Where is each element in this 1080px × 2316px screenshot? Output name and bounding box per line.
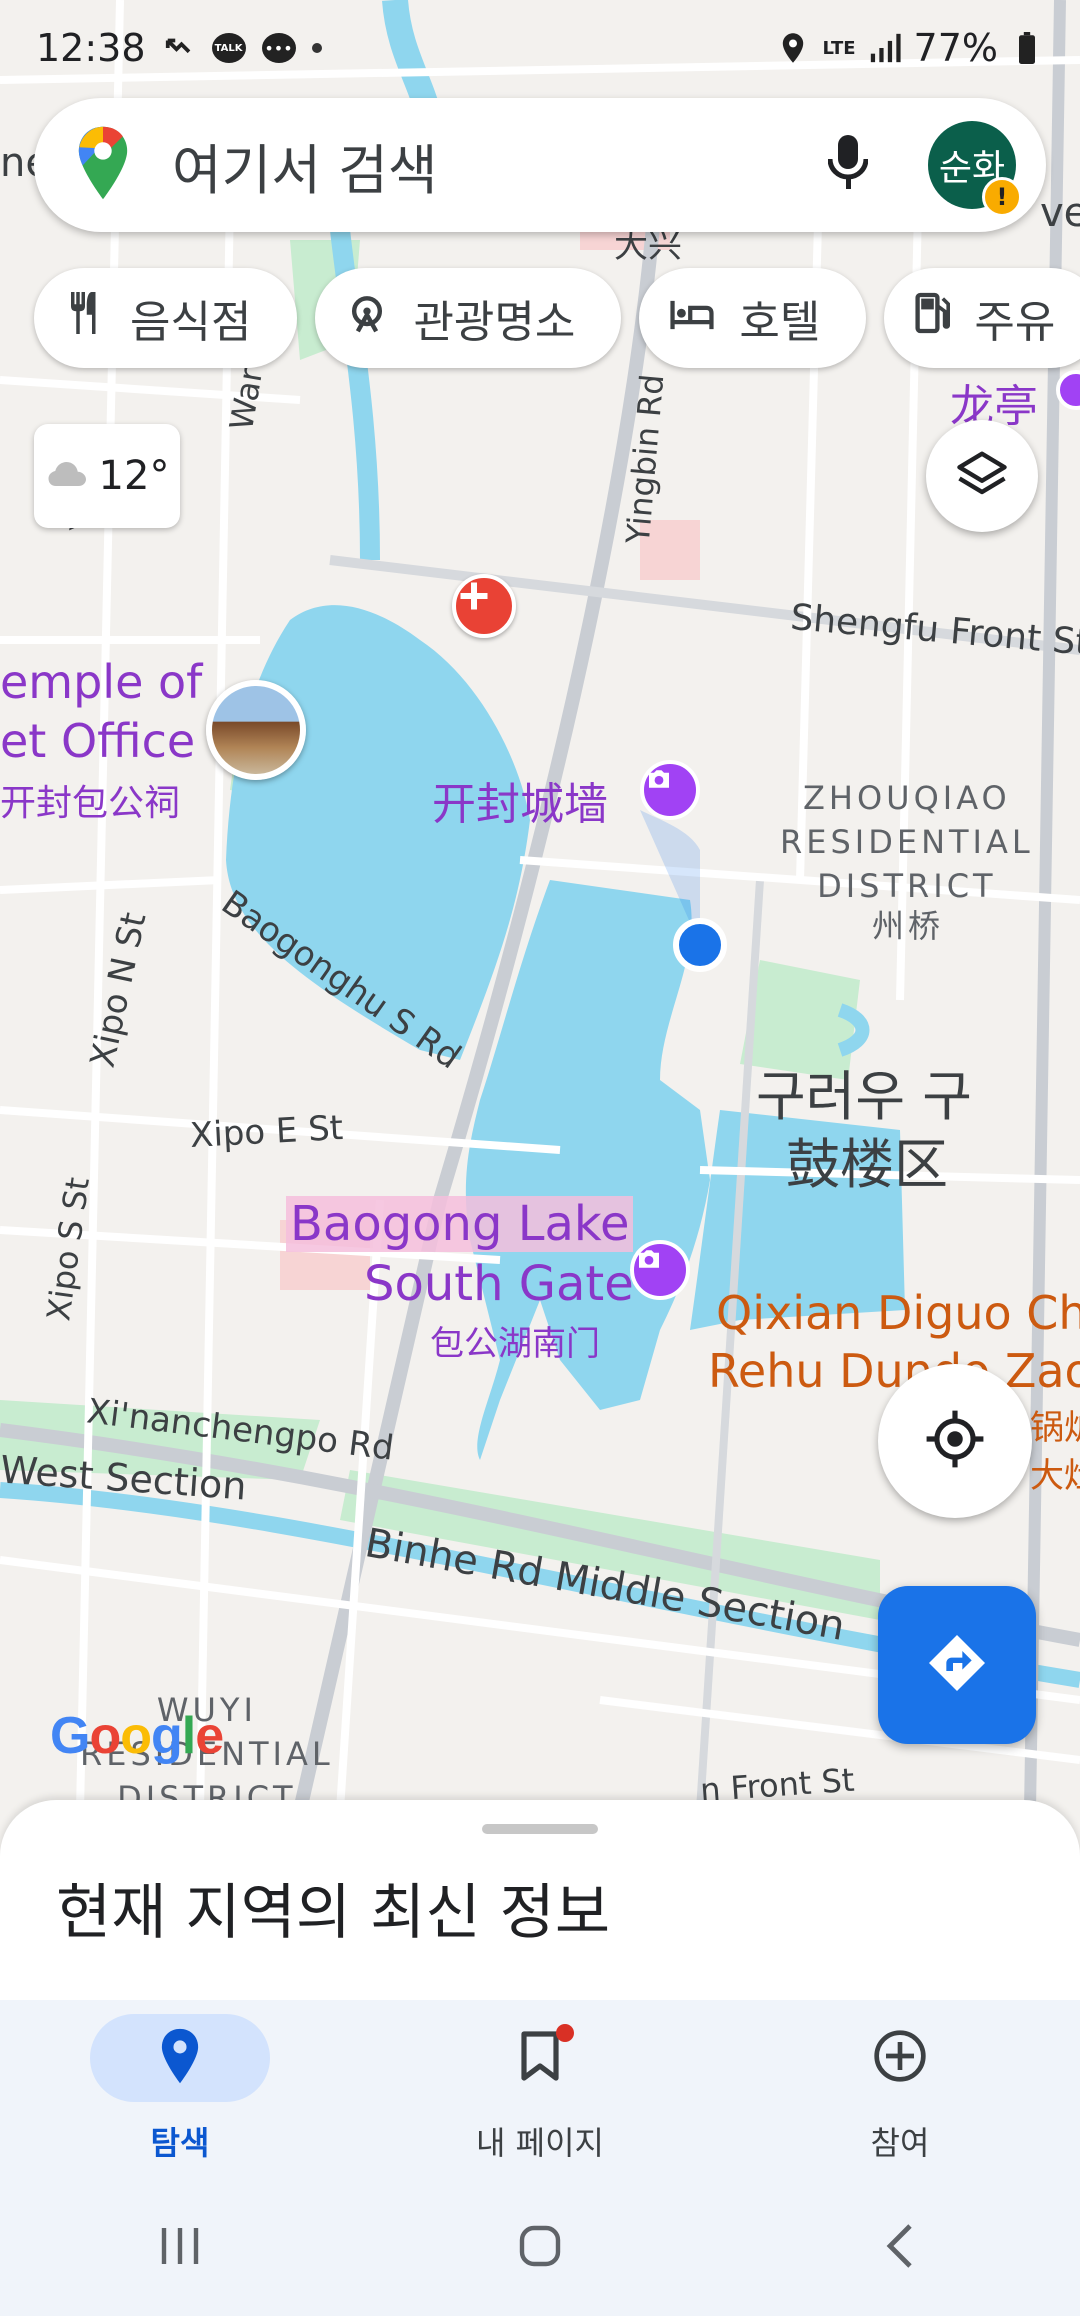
map-label-temple-line2[interactable]: et Office — [0, 714, 195, 768]
battery-icon — [1010, 31, 1044, 65]
warning-badge-icon: ! — [982, 177, 1022, 217]
search-bar[interactable]: 여기서 검색 순화 ! — [34, 98, 1046, 232]
recent-apps-button[interactable] — [120, 2208, 240, 2288]
map-label-qixian-cn2[interactable]: 大灶 — [1030, 1448, 1080, 1497]
signal-icon — [868, 31, 902, 65]
restaurant-icon — [64, 290, 106, 347]
map-label-qixian-line2[interactable]: Rehu Dundo Zao — [708, 1344, 1080, 1398]
nav-label-contribute: 참여 — [870, 2124, 930, 2162]
notification-dot-icon — [556, 2024, 574, 2042]
nav-label-explore: 탐색 — [150, 2124, 210, 2162]
temple-photo-marker[interactable] — [206, 680, 306, 780]
nav-pill-my-page — [450, 2014, 630, 2102]
map-label-district-cn: 鼓楼区 — [786, 1133, 948, 1196]
city-wall-camera-icon[interactable] — [640, 760, 700, 820]
baogong-camera-icon[interactable] — [630, 1240, 690, 1300]
home-icon — [516, 2222, 564, 2274]
missed-call-icon — [162, 31, 196, 65]
chip-label: 음식점 — [130, 297, 252, 348]
battery-percentage: 77% — [913, 26, 998, 70]
map-label-qixian-line1[interactable]: Qixian Diguo Cha — [716, 1286, 1080, 1340]
status-time: 12:38 — [36, 26, 146, 70]
map-layers-button[interactable] — [926, 420, 1038, 532]
google-logo: Google — [50, 1707, 224, 1765]
bookmark-icon — [520, 2030, 560, 2086]
map-label-city-wall[interactable]: 开封城墙 — [432, 768, 608, 832]
nav-my-page[interactable]: 내 페이지 — [360, 2000, 720, 2180]
map-label-temple-cn[interactable]: 开封包公祠 — [0, 774, 180, 826]
chip-gas[interactable]: 주유 — [884, 268, 1080, 368]
map-label-baogong-line1[interactable]: Baogong Lake — [286, 1196, 634, 1252]
map-label-baogong-line2[interactable]: South Gate — [364, 1256, 634, 1312]
weather-widget[interactable]: 12° — [34, 424, 180, 528]
bottom-navigation: 탐색 내 페이지 참여 — [0, 2000, 1080, 2180]
home-button[interactable] — [480, 2208, 600, 2288]
map-label-zhouqiao-cn: 州桥 — [872, 907, 945, 945]
cloud-icon — [45, 453, 91, 499]
nav-pill-contribute — [810, 2014, 990, 2102]
crosshair-icon — [924, 1408, 986, 1474]
chip-hotels[interactable]: 호텔 — [639, 268, 867, 368]
nav-pill-explore — [90, 2014, 270, 2102]
message-icon: ••• — [261, 33, 296, 63]
latest-info-sheet[interactable]: 현재 지역의 최신 정보 — [0, 1800, 1080, 2000]
nav-explore[interactable]: 탐색 — [0, 2000, 360, 2180]
nav-label-my-page: 내 페이지 — [476, 2124, 604, 2162]
map-label-edge-ve: ve — [1040, 190, 1080, 236]
nav-contribute[interactable]: 참여 — [720, 2000, 1080, 2180]
my-location-button[interactable] — [878, 1364, 1032, 1518]
category-chips: 음식점 관광명소 호텔 주유 — [34, 268, 1080, 368]
gas-station-icon — [914, 291, 951, 346]
account-avatar[interactable]: 순화 ! — [928, 121, 1022, 217]
map-label-temple-line1[interactable]: emple of — [0, 655, 202, 709]
chip-attractions[interactable]: 관광명소 — [315, 268, 622, 368]
hospital-marker-icon[interactable] — [452, 574, 516, 638]
recent-apps-icon — [156, 2224, 204, 2272]
network-type: LTE — [822, 37, 856, 59]
microphone-icon[interactable] — [827, 133, 869, 197]
layers-icon — [955, 447, 1009, 505]
search-placeholder[interactable]: 여기서 검색 — [172, 126, 828, 205]
chip-label: 주유 — [974, 297, 1056, 348]
directions-icon — [925, 1631, 989, 1699]
add-circle-icon — [872, 2028, 928, 2088]
location-status-icon — [776, 31, 810, 65]
sheet-title: 현재 지역의 최신 정보 — [56, 1878, 611, 1948]
directions-button[interactable] — [878, 1586, 1036, 1744]
back-icon — [880, 2222, 920, 2274]
map-label-xipo-e-st: Xipo E St — [189, 1108, 345, 1156]
chip-label: 관광명소 — [413, 297, 576, 348]
more-notifications-icon — [311, 43, 322, 53]
chip-label: 호텔 — [739, 297, 821, 348]
hotel-icon — [669, 293, 715, 344]
system-navigation-bar — [0, 2180, 1080, 2316]
status-bar: 12:38 TALK ••• LTE 77% — [0, 0, 1080, 96]
sheet-drag-handle[interactable] — [482, 1824, 598, 1834]
map-label-baogong-cn[interactable]: 包公湖南门 — [430, 1316, 600, 1365]
chip-restaurants[interactable]: 음식점 — [34, 268, 298, 368]
explore-pin-icon — [158, 2027, 202, 2089]
map-label-zhouqiao: ZHOUQIAO RESIDENTIAL DISTRICT — [780, 779, 1034, 905]
attraction-icon — [345, 291, 389, 346]
map-label-qixian-cn1[interactable]: 锅炉 — [1030, 1400, 1080, 1449]
back-button[interactable] — [840, 2208, 960, 2288]
kakaotalk-icon: TALK — [211, 33, 246, 63]
google-maps-screen: 大兴 龙亭 Yingbin Rd Shengfu Front St War Yi… — [0, 0, 1080, 2316]
weather-temperature: 12° — [98, 453, 170, 499]
google-maps-pin-icon — [74, 124, 132, 206]
